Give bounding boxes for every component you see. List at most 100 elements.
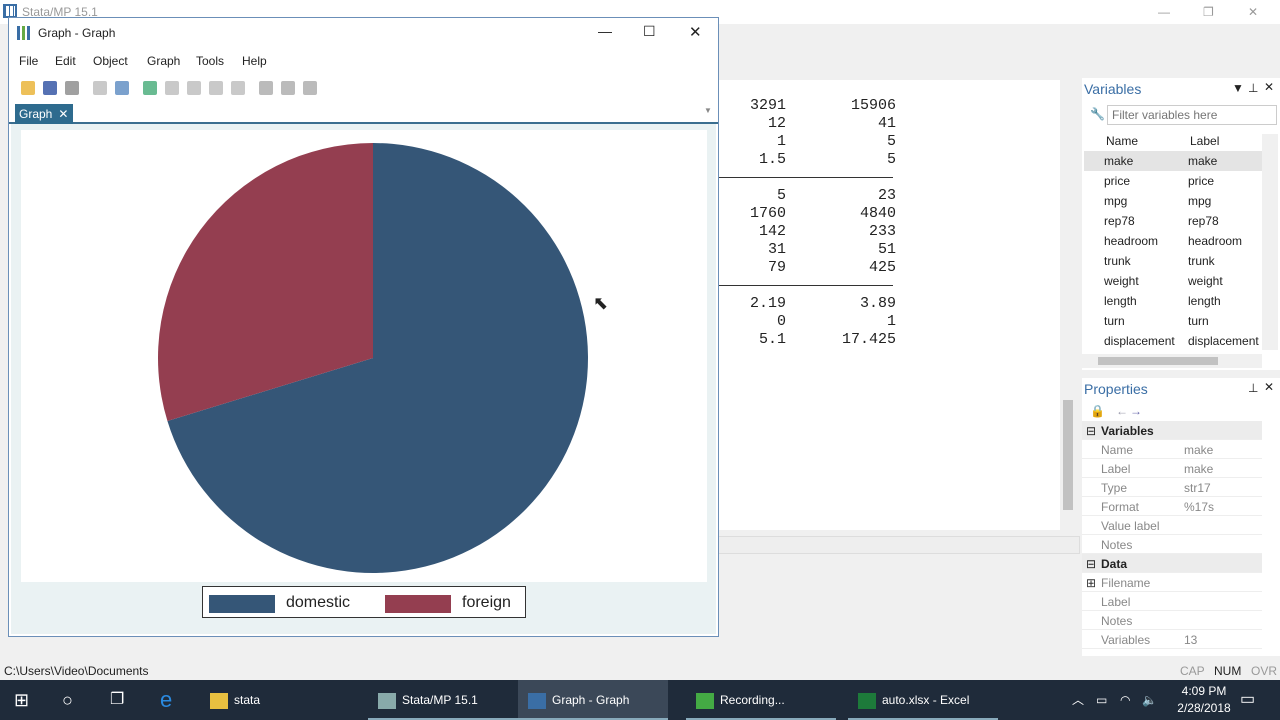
volume-icon[interactable]: 🔈 (1142, 680, 1157, 720)
num-indicator: NUM (1214, 664, 1242, 678)
variables-hscrollbar[interactable] (1082, 354, 1262, 368)
task-view-button[interactable]: ❐ (110, 680, 124, 720)
taskbar-item[interactable]: Graph - Graph (518, 680, 668, 720)
property-row[interactable]: Format %17s (1082, 497, 1262, 516)
property-row[interactable]: Notes (1082, 535, 1262, 554)
menu-help[interactable]: Help (242, 54, 267, 68)
battery-icon[interactable]: ▭ (1096, 680, 1107, 720)
close-icon[interactable]: ✕ (1264, 80, 1274, 94)
menu-edit[interactable]: Edit (55, 54, 76, 68)
pie-chart (157, 143, 589, 573)
print-icon[interactable] (65, 81, 79, 95)
record-icon[interactable] (259, 81, 273, 95)
menu-file[interactable]: File (19, 54, 38, 68)
result-value: 3291 (749, 97, 786, 114)
minimize-button[interactable]: — (1158, 5, 1170, 19)
variable-row[interactable]: trunk trunk (1084, 251, 1262, 271)
variables-panel: Variables ▼ ⊥ ✕ 🔧 Name Label make make pri… (1082, 78, 1280, 370)
close-tab-icon[interactable]: ✕ (58, 107, 68, 121)
collapse-icon[interactable]: ⊟ (1086, 557, 1096, 571)
taskbar-item[interactable]: Stata/MP 15.1 (368, 680, 518, 720)
legend: domestic foreign (202, 586, 526, 618)
notifications-icon[interactable]: ▭ (1240, 680, 1255, 720)
close-icon[interactable]: ✕ (1264, 380, 1274, 394)
section-header[interactable]: ⊟ Variables (1082, 421, 1262, 440)
tab-dropdown-icon[interactable]: ▼ (704, 106, 712, 115)
property-row[interactable]: Name make (1082, 440, 1262, 459)
property-row[interactable]: Type str17 (1082, 478, 1262, 497)
wifi-icon[interactable]: ◠ (1120, 680, 1130, 720)
variable-row[interactable]: price price (1084, 171, 1262, 191)
variable-row[interactable]: length length (1084, 291, 1262, 311)
lock-icon[interactable]: 🔒 (1090, 404, 1105, 418)
filter-icon[interactable]: ▼ (1232, 81, 1244, 95)
results-scrollbar[interactable] (1060, 80, 1076, 530)
property-row[interactable]: Value label (1082, 516, 1262, 535)
menu-graph[interactable]: Graph (147, 54, 180, 68)
rename-icon[interactable] (165, 81, 179, 95)
pin-icon[interactable]: ⊥ (1248, 81, 1258, 95)
tray-chevron-icon[interactable]: ︿ (1072, 680, 1084, 720)
search-button[interactable]: ○ (62, 680, 73, 720)
property-row[interactable]: Variables 13 (1082, 630, 1262, 649)
variable-name: headroom (1104, 234, 1159, 248)
start-button[interactable]: ⊞ (14, 680, 29, 720)
minimize-button[interactable]: — (598, 23, 612, 39)
undo-icon[interactable] (209, 81, 223, 95)
taskbar-item-label: stata (234, 693, 261, 707)
variable-row[interactable]: displacement displacement (1084, 331, 1262, 351)
result-value: 142 (758, 223, 786, 240)
section-header[interactable]: ⊟ Data (1082, 554, 1262, 573)
edge-icon[interactable]: e (160, 680, 172, 720)
close-button[interactable]: ✕ (1248, 5, 1258, 19)
taskbar-item[interactable]: auto.xlsx - Excel (848, 680, 998, 720)
property-row[interactable]: Label make (1082, 459, 1262, 478)
property-value: str17 (1184, 481, 1211, 495)
close-button[interactable]: ✕ (689, 23, 702, 41)
tab-graph[interactable]: Graph ✕ (15, 104, 73, 124)
taskbar-item[interactable]: stata (200, 680, 350, 720)
column-header-name[interactable]: Name (1106, 134, 1138, 148)
property-row[interactable]: Label (1082, 592, 1262, 611)
variable-row[interactable]: weight weight (1084, 271, 1262, 291)
variables-scrollbar[interactable] (1262, 134, 1278, 350)
legend-key-foreign (385, 595, 451, 613)
paste-icon[interactable] (115, 81, 129, 95)
variable-label: trunk (1188, 254, 1215, 268)
column-header-label[interactable]: Label (1190, 134, 1219, 148)
menu-object[interactable]: Object (93, 54, 128, 68)
app-icon (858, 692, 876, 709)
command-area[interactable] (718, 536, 1080, 554)
variable-row[interactable]: rep78 rep78 (1084, 211, 1262, 231)
variable-row[interactable]: turn turn (1084, 311, 1262, 331)
forward-arrow-icon[interactable]: → (1130, 404, 1142, 418)
variable-row[interactable]: make make (1084, 151, 1262, 171)
pin-icon[interactable]: ⊥ (1248, 381, 1258, 395)
pointer-icon[interactable] (187, 81, 201, 95)
copy-icon[interactable] (93, 81, 107, 95)
property-row[interactable]: ⊞ Filename (1082, 573, 1262, 592)
graph-editor-icon[interactable] (143, 81, 157, 95)
variable-row[interactable]: headroom headroom (1084, 231, 1262, 251)
pause-icon[interactable] (281, 81, 295, 95)
clock-time[interactable]: 4:09 PM (1172, 684, 1236, 698)
collapse-icon[interactable]: ⊟ (1086, 424, 1096, 438)
section-title: Data (1101, 557, 1128, 571)
variable-label: weight (1188, 274, 1223, 288)
redo-icon[interactable] (231, 81, 245, 95)
play-icon[interactable] (303, 81, 317, 95)
taskbar-item[interactable]: Recording... (686, 680, 836, 720)
menu-tools[interactable]: Tools (196, 54, 224, 68)
expand-icon[interactable]: ⊞ (1086, 576, 1096, 590)
result-row: 2.19 3.89 (718, 295, 898, 313)
property-row[interactable]: Notes (1082, 611, 1262, 630)
maximize-button[interactable]: ☐ (643, 23, 656, 40)
open-icon[interactable] (21, 81, 35, 95)
restore-button[interactable]: ❐ (1203, 5, 1214, 19)
toolbar (11, 76, 321, 100)
clock-date[interactable]: 2/28/2018 (1168, 701, 1240, 715)
back-arrow-icon[interactable]: ← (1116, 404, 1128, 418)
filter-variables-input[interactable] (1107, 105, 1277, 125)
save-icon[interactable] (43, 81, 57, 95)
variable-row[interactable]: mpg mpg (1084, 191, 1262, 211)
